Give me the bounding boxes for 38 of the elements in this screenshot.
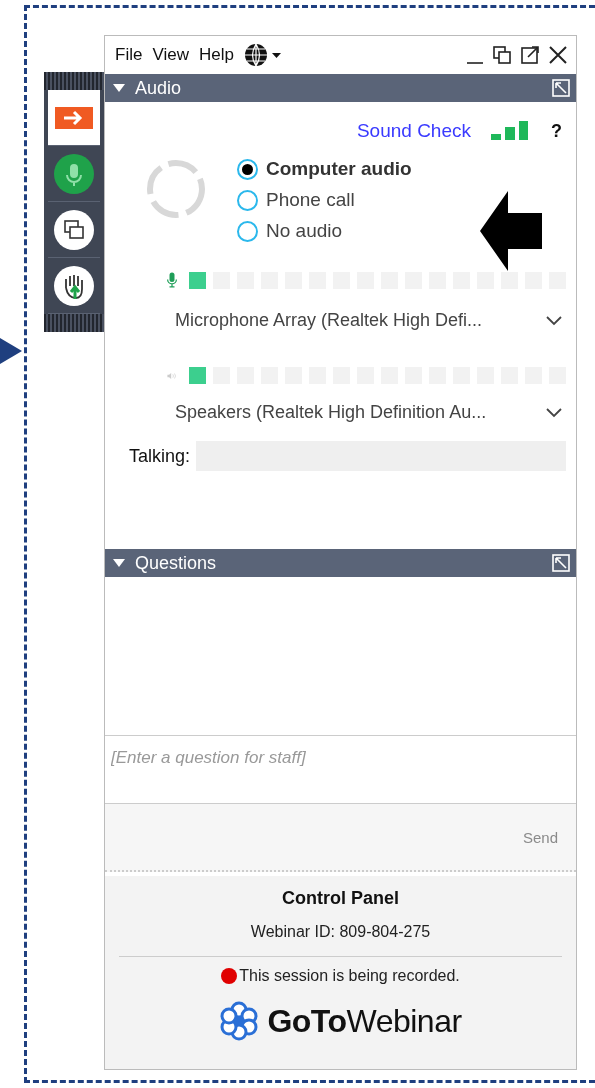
loading-spinner-icon	[145, 158, 207, 220]
collapse-triangle-icon[interactable]	[113, 559, 125, 567]
grip-handle[interactable]	[44, 72, 104, 90]
overlapping-squares-icon[interactable]	[492, 45, 512, 65]
menu-item[interactable]: Help	[198, 45, 234, 65]
panel-header[interactable]: Questions	[105, 549, 576, 577]
pointer-triangle-icon	[0, 338, 22, 364]
chevron-down-icon	[546, 315, 562, 326]
close-icon[interactable]	[548, 45, 568, 65]
raise-hand-icon[interactable]	[54, 265, 94, 306]
collapse-triangle-icon[interactable]	[113, 84, 125, 92]
help-button[interactable]: ?	[551, 120, 562, 142]
recording-notice: This session is being recorded.	[239, 967, 460, 985]
webinar-id: Webinar ID: 809-804-275	[250, 923, 431, 941]
pop-out-icon[interactable]	[520, 45, 540, 65]
radio-option[interactable]: Computer audio	[237, 158, 412, 180]
sound-check-link[interactable]: Sound Check	[356, 120, 471, 142]
screens-icon[interactable]	[54, 209, 94, 250]
menu-item[interactable]: View	[152, 45, 189, 65]
chevron-down-icon	[546, 407, 562, 418]
signal-bars-icon	[491, 121, 531, 141]
radio-option[interactable]: Phone call	[237, 189, 412, 211]
device-dropdown[interactable]: Speakers (Realtek High Definition Au...	[175, 402, 566, 423]
language-globe-icon[interactable]	[243, 43, 284, 67]
talking-label: Talking:	[129, 445, 191, 467]
radio-option[interactable]: No audio	[237, 220, 412, 242]
panel-header[interactable]: Audio	[105, 74, 576, 102]
snowflake-logo-icon	[219, 1001, 260, 1041]
recording-dot-icon	[221, 968, 238, 984]
microphone-icon[interactable]	[54, 153, 94, 194]
grip-handle[interactable]	[44, 314, 104, 332]
panel-title: Audio	[135, 77, 183, 99]
menu-item[interactable]: File	[115, 45, 143, 65]
control-panel-title: Control Panel	[282, 888, 399, 909]
panel-title: Questions	[135, 552, 218, 574]
device-dropdown[interactable]: Microphone Array (Realtek High Defi...	[175, 310, 566, 331]
left-arrow-icon	[480, 191, 544, 271]
product-logo-text: GoToWebinar	[267, 1002, 462, 1040]
